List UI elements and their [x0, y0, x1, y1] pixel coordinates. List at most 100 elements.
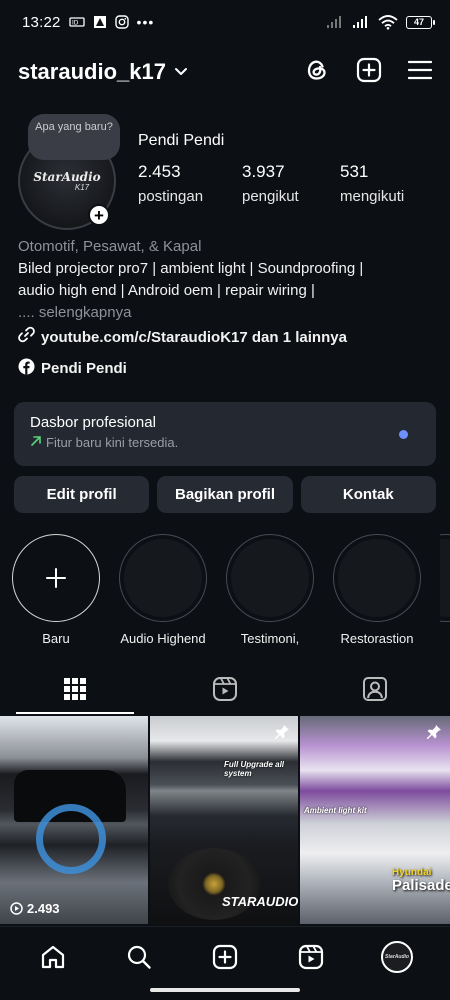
highlight-circle[interactable] — [333, 534, 421, 622]
status-left: 13:22 ID ••• — [22, 14, 154, 31]
profile-stats: 2.453 postingan 3.937 pengikut 531 mengi… — [138, 162, 404, 205]
post-caption: Ambient light kit — [304, 806, 367, 815]
followers-count: 3.937 — [242, 162, 285, 181]
post-caption: Full Upgrade all system — [224, 760, 285, 778]
header-actions — [304, 57, 433, 88]
avatar-logo-text: StarAudio — [33, 169, 101, 184]
facebook-name: Pendi Pendi — [41, 360, 127, 377]
dashboard-subtitle-row: Fitur baru kini tersedia. — [30, 435, 420, 450]
bio-line-1: Biled projector pro7 | ambient light | S… — [18, 260, 364, 277]
nav-create[interactable] — [200, 932, 250, 982]
pin-icon — [274, 724, 290, 745]
more-notifications-icon: ••• — [136, 14, 155, 30]
nav-home[interactable] — [28, 932, 78, 982]
highlight-label: Audio Highend — [120, 631, 206, 646]
highlight-cover — [124, 539, 202, 617]
highlight-new[interactable]: Baru — [12, 534, 100, 646]
nav-reels[interactable] — [286, 932, 336, 982]
bio-link-row[interactable]: youtube.com/c/StaraudioK17 dan 1 lainnya — [18, 326, 438, 350]
stat-following[interactable]: 531 mengikuti — [340, 162, 404, 205]
bio: Otomotif, Pesawat, & Kapal Biled project… — [18, 236, 438, 350]
reel-views: 2.493 — [27, 901, 60, 916]
grid-icon — [64, 678, 86, 700]
share-profile-button[interactable]: Bagikan profil — [157, 476, 293, 513]
chevron-down-icon[interactable] — [174, 64, 188, 82]
home-indicator[interactable] — [150, 988, 300, 992]
highlight-circle[interactable] — [226, 534, 314, 622]
post-thumbnail[interactable]: Ambient light kit Hyundai Palisade — [300, 716, 450, 924]
dashboard-subtitle: Fitur baru kini tersedia. — [46, 435, 179, 450]
professional-dashboard[interactable]: Dasbor profesional Fitur baru kini terse… — [14, 402, 436, 466]
post-brand-text: STARAUDIO — [222, 894, 298, 909]
highlight-cover — [338, 539, 416, 617]
profile-actions: Edit profil Bagikan profil Kontak — [14, 476, 436, 513]
home-icon — [41, 945, 65, 968]
bio-more-link[interactable]: .... selengkapnya — [18, 302, 438, 324]
highlight-cover — [231, 539, 309, 617]
highlight-circle[interactable] — [119, 534, 207, 622]
post-thumbnail[interactable]: 2.493 — [0, 716, 148, 924]
nav-profile[interactable]: StarAudio — [372, 932, 422, 982]
highlight-circle[interactable] — [440, 534, 450, 622]
create-post-icon[interactable] — [356, 57, 382, 88]
followers-label: pengikut — [242, 188, 299, 205]
highlight-ring-image — [36, 804, 106, 874]
post-model-label: Hyundai Palisade — [392, 868, 450, 894]
stat-followers[interactable]: 3.937 pengikut — [242, 162, 340, 205]
account-switcher-username[interactable]: staraudio_k17 — [18, 59, 166, 85]
note-bubble[interactable]: Apa yang baru? — [28, 114, 120, 160]
highlight-item-partial[interactable] — [440, 534, 450, 646]
menu-icon[interactable] — [407, 59, 433, 86]
bio-line-2: audio high end | Android oem | repair wi… — [18, 282, 315, 299]
profile-section: Apa yang baru? StarAudio K17 + Pendi Pen… — [18, 108, 432, 230]
wifi-icon — [378, 14, 398, 30]
avatar-logo-sub: K17 — [74, 182, 90, 192]
highlight-new-circle[interactable] — [12, 534, 100, 622]
highlight-item[interactable]: Testimoni, — [226, 534, 314, 646]
trend-arrow-icon — [30, 435, 42, 450]
status-bar: 13:22 ID ••• 47 — [0, 0, 450, 44]
highlight-item[interactable]: Restorastion — [333, 534, 421, 646]
threads-icon[interactable] — [304, 57, 330, 88]
reels-icon — [213, 677, 237, 701]
nav-search[interactable] — [114, 932, 164, 982]
bio-link[interactable]: youtube.com/c/StaraudioK17 dan 1 lainnya — [41, 327, 347, 349]
sim-icon: ID — [68, 16, 85, 28]
following-label: mengikuti — [340, 188, 405, 205]
story-highlights: Baru Audio Highend Testimoni, Restorasti… — [12, 534, 450, 646]
plus-icon — [46, 568, 66, 588]
edit-profile-button[interactable]: Edit profil — [14, 476, 150, 513]
highlight-item[interactable]: Audio Highend — [119, 534, 207, 646]
link-icon — [18, 326, 35, 350]
highlight-label: Restorastion — [340, 631, 414, 646]
highlight-label: Baru — [42, 631, 70, 646]
reels-icon — [298, 944, 324, 969]
tab-posts-grid[interactable] — [0, 664, 150, 714]
posts-grid: 2.493 Full Upgrade all system STARAUDIO … — [0, 716, 450, 924]
stat-posts[interactable]: 2.453 postingan — [138, 162, 242, 205]
profile-header: staraudio_k17 — [0, 52, 450, 92]
new-indicator-dot — [399, 430, 408, 439]
display-name: Pendi Pendi — [138, 132, 225, 149]
svg-text:ID: ID — [72, 20, 79, 27]
reel-view-count: 2.493 — [10, 901, 60, 916]
dashboard-title: Dasbor profesional — [30, 414, 156, 431]
tab-reels[interactable] — [150, 664, 300, 714]
facebook-icon — [18, 358, 35, 379]
signal-icon — [326, 15, 344, 29]
status-time: 13:22 — [22, 13, 61, 31]
status-right: 47 — [326, 14, 435, 30]
add-story-button[interactable]: + — [88, 204, 110, 226]
bottom-navigation: StarAudio — [0, 926, 450, 986]
pin-icon — [426, 724, 442, 745]
posts-label: postingan — [138, 188, 204, 205]
tab-tagged[interactable] — [300, 664, 450, 714]
signal-icon-2 — [352, 15, 370, 29]
reel-views-icon — [10, 902, 23, 915]
facebook-link[interactable]: Pendi Pendi — [18, 358, 127, 379]
post-thumbnail[interactable]: Full Upgrade all system STARAUDIO — [150, 716, 298, 924]
highlight-cover — [440, 539, 450, 617]
contact-button[interactable]: Kontak — [300, 476, 436, 513]
model-label: Palisade — [392, 877, 450, 894]
bio-category: Otomotif, Pesawat, & Kapal — [18, 238, 202, 255]
